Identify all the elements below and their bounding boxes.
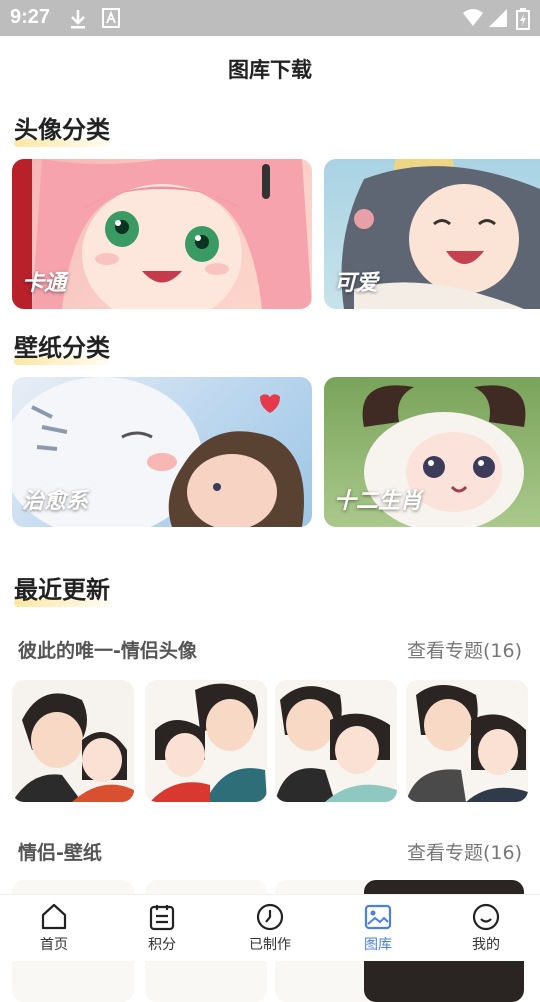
avatar-section-title: 头像分类 [14, 110, 110, 147]
download-icon [68, 8, 88, 34]
group-header: 彼此的唯一-情侣头像 查看专题(16) [18, 636, 522, 663]
card-label: 治愈系 [22, 489, 89, 514]
tab-made[interactable]: 已制作 [216, 895, 324, 961]
font-icon [102, 8, 120, 32]
tab-label: 积分 [148, 937, 176, 953]
category-card-cartoon[interactable]: 卡通 [12, 159, 312, 309]
gallery-icon [364, 904, 392, 930]
app-header: 图库下载 [0, 36, 540, 102]
bottom-tab-bar: 首页 积分 已制作 图库 我的 [0, 894, 540, 961]
view-topic-link[interactable]: 查看专题(16) [407, 838, 522, 865]
tab-gallery[interactable]: 图库 [324, 895, 432, 961]
home-icon [41, 903, 67, 930]
battery-icon [516, 8, 530, 34]
tab-label: 我的 [472, 937, 500, 953]
profile-icon [472, 903, 500, 931]
couple-thumb[interactable] [12, 680, 134, 802]
page-title: 图库下载 [228, 58, 312, 82]
group-header: 情侣-壁纸 查看专题(16) [18, 838, 522, 865]
couple-artwork [275, 686, 397, 802]
tab-label: 首页 [40, 937, 68, 953]
group-title: 情侣-壁纸 [18, 842, 102, 864]
card-label: 卡通 [22, 271, 67, 296]
couple-thumb[interactable] [406, 680, 528, 802]
status-time: 9:27 [10, 6, 51, 28]
clock-icon [256, 903, 284, 931]
card-label: 十二生肖 [334, 489, 423, 514]
wallpaper-section-title: 壁纸分类 [14, 328, 110, 365]
group-title: 彼此的唯一-情侣头像 [18, 640, 197, 662]
card-label: 可爱 [334, 271, 379, 296]
couple-artwork [150, 683, 267, 802]
recent-section-title: 最近更新 [14, 570, 110, 607]
tab-profile[interactable]: 我的 [432, 895, 540, 961]
signal-icon [488, 8, 508, 32]
tab-label: 已制作 [249, 937, 291, 953]
category-card-cute[interactable]: 可爱 [324, 159, 540, 309]
tab-home[interactable]: 首页 [0, 895, 108, 961]
status-bar: 9:27 [0, 0, 540, 36]
wifi-icon [462, 8, 484, 32]
couple-thumb[interactable] [145, 680, 267, 802]
points-icon [149, 905, 175, 931]
category-card-zodiac[interactable]: 十二生肖 [324, 377, 540, 527]
tab-label: 图库 [364, 937, 392, 953]
couple-artwork [12, 693, 134, 802]
view-topic-link[interactable]: 查看专题(16) [407, 636, 522, 663]
category-card-healing[interactable]: 治愈系 [12, 377, 312, 527]
tab-points[interactable]: 积分 [108, 895, 216, 961]
couple-artwork [406, 685, 528, 802]
couple-thumb[interactable] [275, 680, 397, 802]
